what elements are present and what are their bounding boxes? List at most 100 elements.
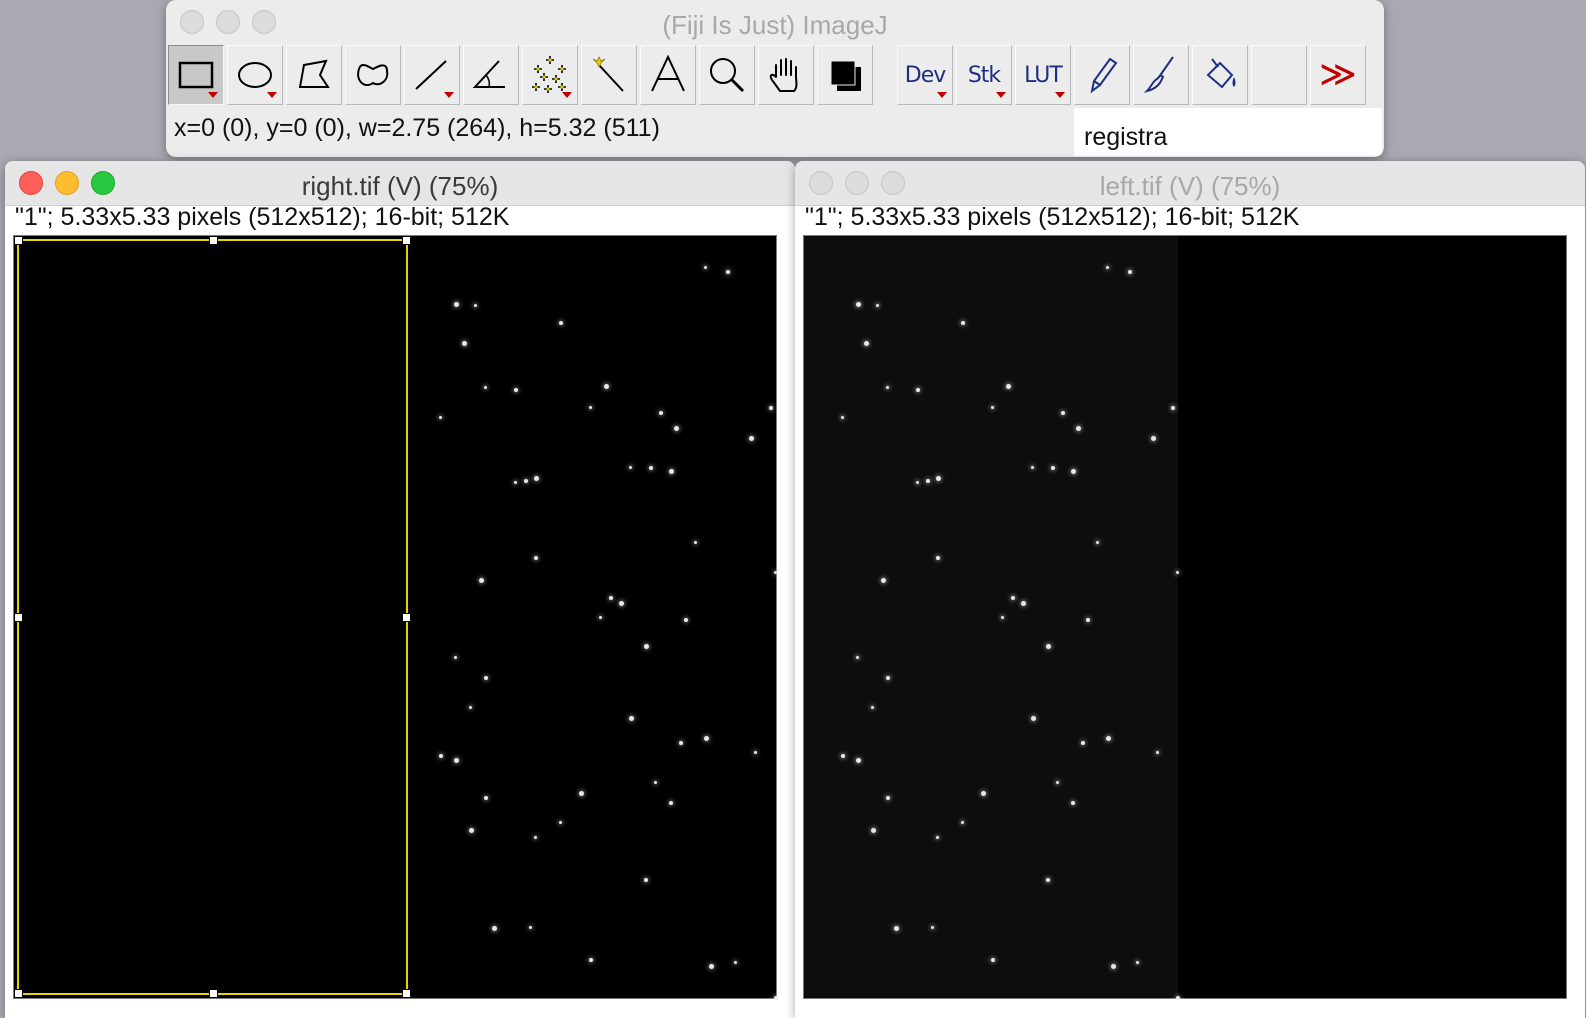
pencil-tool[interactable] (1074, 45, 1130, 105)
polygon-tool[interactable] (286, 45, 342, 105)
fluorescent-spot (479, 578, 484, 583)
fluorescent-spot (769, 406, 773, 410)
fluorescent-spot (1011, 596, 1015, 600)
roi-handle[interactable] (14, 236, 23, 245)
left-image-window: left.tif (V) (75%) "1"; 5.33x5.33 pixels… (795, 161, 1585, 1018)
fluorescent-spot (629, 466, 632, 469)
fluorescent-spot (439, 416, 442, 419)
fluorescent-spot (589, 958, 593, 962)
fluorescent-spot (876, 304, 879, 307)
left-image-gray-region (804, 236, 1178, 998)
roi-handle[interactable] (402, 236, 411, 245)
fluorescent-spot (886, 796, 890, 800)
command-search-input[interactable] (1074, 108, 1382, 156)
fluorescent-spot (599, 616, 602, 619)
fluorescent-spot (644, 644, 649, 649)
rectangle-roi[interactable] (14, 236, 411, 998)
fluorescent-spot (709, 964, 714, 969)
fluorescent-spot (991, 958, 995, 962)
fluorescent-spot (1106, 736, 1111, 741)
magnifier-tool[interactable] (699, 45, 755, 105)
more-tools-button[interactable]: ≫ (1310, 45, 1366, 105)
image-canvas[interactable] (803, 235, 1567, 1000)
roi-handle[interactable] (14, 989, 23, 998)
fluorescent-spot (484, 796, 488, 800)
fluorescent-spot (991, 406, 994, 409)
fluorescent-spot (894, 926, 899, 931)
fluorescent-spot (674, 426, 679, 431)
image-canvas[interactable] (13, 235, 778, 1000)
line-tool[interactable] (404, 45, 460, 105)
fluorescent-spot (856, 656, 859, 659)
magnifier-icon (710, 58, 745, 93)
fluorescent-spot (469, 706, 472, 709)
lut-menu-tool[interactable]: LUT (1015, 45, 1071, 105)
rectangle-tool[interactable] (168, 45, 224, 105)
flood-fill-tool[interactable] (1192, 45, 1248, 105)
imagej-title: (Fiji Is Just) ImageJ (662, 10, 888, 40)
fluorescent-spot (856, 758, 861, 763)
right-window-titlebar[interactable]: right.tif (V) (75%) (5, 161, 795, 206)
angle-tool[interactable] (463, 45, 519, 105)
fluorescent-spot (439, 754, 443, 758)
fluorescent-spot (1071, 469, 1076, 474)
fluorescent-spot (679, 741, 683, 745)
fluorescent-spot (559, 321, 563, 325)
roi-handle[interactable] (402, 613, 411, 622)
fluorescent-spot (1151, 436, 1156, 441)
status-text: x=0 (0), y=0 (0), w=2.75 (264), h=5.32 (… (174, 114, 660, 142)
fluorescent-spot (694, 541, 697, 544)
freehand-tool[interactable] (345, 45, 401, 105)
fluorescent-spot (1111, 964, 1116, 969)
fluorescent-spot (1006, 384, 1011, 389)
paintbrush-tool[interactable] (1133, 45, 1189, 105)
roi-handle[interactable] (209, 989, 218, 998)
fluorescent-spot (604, 384, 609, 389)
fluorescent-spot (559, 821, 562, 824)
fluorescent-spot (926, 479, 930, 483)
fluorescent-spot (871, 706, 874, 709)
fluorescent-spot (529, 926, 532, 929)
fluorescent-spot (1176, 571, 1179, 574)
fluorescent-spot (774, 996, 778, 1000)
double-chevron-icon: ≫ (1319, 54, 1357, 95)
imagej-titlebar[interactable]: (Fiji Is Just) ImageJ (166, 0, 1384, 44)
wand-tool[interactable] (581, 45, 637, 105)
image-info: "1"; 5.33x5.33 pixels (512x512); 16-bit;… (805, 203, 1300, 231)
left-window-titlebar[interactable]: left.tif (V) (75%) (795, 161, 1585, 206)
roi-handle[interactable] (402, 989, 411, 998)
fluorescent-spot (492, 926, 497, 931)
roi-handle[interactable] (209, 236, 218, 245)
dev-menu-tool[interactable]: Dev (897, 45, 953, 105)
fluorescent-spot (534, 556, 538, 560)
color-picker-tool[interactable] (817, 45, 873, 105)
line-icon (415, 60, 447, 90)
fluorescent-spot (644, 878, 648, 882)
fluorescent-spot (484, 676, 488, 680)
fluorescent-spot (454, 656, 457, 659)
fluorescent-spot (704, 736, 709, 741)
fluorescent-spot (659, 411, 663, 415)
fluorescent-spot (1081, 741, 1085, 745)
oval-tool[interactable] (227, 45, 283, 105)
fluorescent-spot (1086, 618, 1090, 622)
rectangle-icon (178, 61, 214, 89)
oval-icon (238, 62, 272, 88)
right-window-title: right.tif (V) (75%) (301, 171, 499, 201)
fluorescent-spot (619, 601, 624, 606)
fluorescent-spot (1046, 644, 1051, 649)
fluorescent-spot (1031, 466, 1034, 469)
hand-tool[interactable] (758, 45, 814, 105)
fluorescent-spot (1046, 878, 1050, 882)
roi-handle[interactable] (14, 613, 23, 622)
fluorescent-spot (1056, 781, 1059, 784)
stk-menu-tool[interactable]: Stk (956, 45, 1012, 105)
fluorescent-spot (856, 302, 861, 307)
fluorescent-spot (864, 341, 869, 346)
multipoint-tool[interactable] (522, 45, 578, 105)
fluorescent-spot (524, 479, 528, 483)
angle-icon (472, 60, 505, 88)
fluorescent-spot (1136, 961, 1139, 964)
text-tool[interactable] (640, 45, 696, 105)
wand-icon (592, 56, 624, 92)
